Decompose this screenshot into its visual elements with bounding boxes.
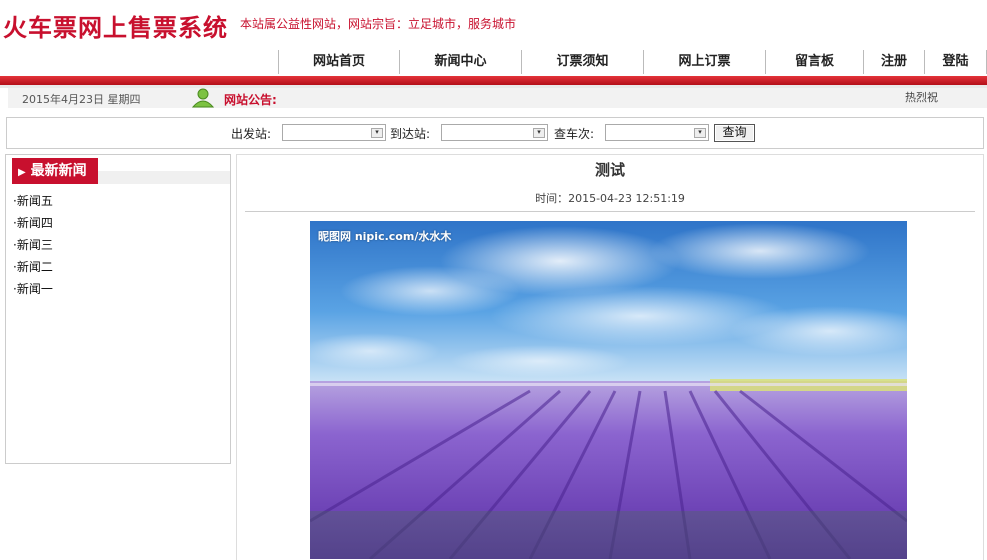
nav-booking-notice[interactable]: 订票须知 bbox=[521, 50, 643, 74]
ticket-search-bar: 出发站: ▾ 到达站: ▾ 查车次: ▾ 查询 bbox=[6, 117, 984, 149]
header-red-bar bbox=[0, 76, 987, 85]
news-link-4[interactable]: ·新闻四 bbox=[13, 212, 53, 234]
search-button[interactable]: 查询 bbox=[714, 124, 755, 142]
news-list: ·新闻五 ·新闻四 ·新闻三 ·新闻二 ·新闻一 bbox=[13, 190, 53, 300]
news-link-1[interactable]: ·新闻一 bbox=[13, 278, 53, 300]
nav-register[interactable]: 注册 bbox=[863, 50, 924, 74]
news-tab-underline bbox=[98, 171, 230, 184]
site-slogan: 本站属公益性网站，网站宗旨：立足城市，服务城市 bbox=[240, 17, 517, 31]
image-watermark: 昵图网 nipic.com/水水木 bbox=[318, 230, 452, 243]
nav-home[interactable]: 网站首页 bbox=[278, 50, 399, 74]
article-time: 时间：2015-04-23 12:51:19 bbox=[535, 192, 685, 205]
arrow-right-icon: ▶ bbox=[18, 167, 26, 178]
from-station-select[interactable]: ▾ bbox=[282, 124, 386, 141]
nav-news[interactable]: 新闻中心 bbox=[399, 50, 521, 74]
notice-label: 网站公告: bbox=[224, 93, 277, 107]
site-title: 火车票网上售票系统 bbox=[3, 13, 228, 42]
latest-news-title: 最新新闻 bbox=[30, 163, 87, 179]
nav-login[interactable]: 登陆 bbox=[924, 50, 987, 74]
from-station-label: 出发站: bbox=[231, 127, 272, 141]
train-number-label: 查车次: bbox=[554, 127, 595, 141]
article-image: 昵图网 nipic.com/水水木 bbox=[310, 221, 907, 559]
news-link-5[interactable]: ·新闻五 bbox=[13, 190, 53, 212]
news-link-3[interactable]: ·新闻三 bbox=[13, 234, 53, 256]
train-number-select[interactable]: ▾ bbox=[605, 124, 709, 141]
latest-news-tab: ▶ 最新新闻 bbox=[12, 158, 98, 184]
chevron-down-icon: ▾ bbox=[694, 128, 706, 138]
user-icon bbox=[191, 88, 215, 108]
notice-row: 2015年4月23日 星期四 网站公告: 热烈祝 bbox=[8, 88, 987, 108]
chevron-down-icon: ▾ bbox=[533, 128, 545, 138]
current-date: 2015年4月23日 星期四 bbox=[22, 93, 141, 106]
nav-online-booking[interactable]: 网上订票 bbox=[643, 50, 765, 74]
notice-marquee-text: 热烈祝 bbox=[905, 91, 938, 104]
chevron-down-icon: ▾ bbox=[371, 128, 383, 138]
latest-news-panel: ▶ 最新新闻 ·新闻五 ·新闻四 ·新闻三 ·新闻二 ·新闻一 bbox=[5, 154, 231, 464]
nav-message-board[interactable]: 留言板 bbox=[765, 50, 863, 74]
news-link-2[interactable]: ·新闻二 bbox=[13, 256, 53, 278]
to-station-select[interactable]: ▾ bbox=[441, 124, 548, 141]
to-station-label: 到达站: bbox=[390, 127, 431, 141]
article-divider bbox=[245, 211, 975, 212]
main-nav: 网站首页 新闻中心 订票须知 网上订票 留言板 注册 登陆 bbox=[278, 50, 987, 74]
article-title: 测试 bbox=[594, 161, 625, 179]
